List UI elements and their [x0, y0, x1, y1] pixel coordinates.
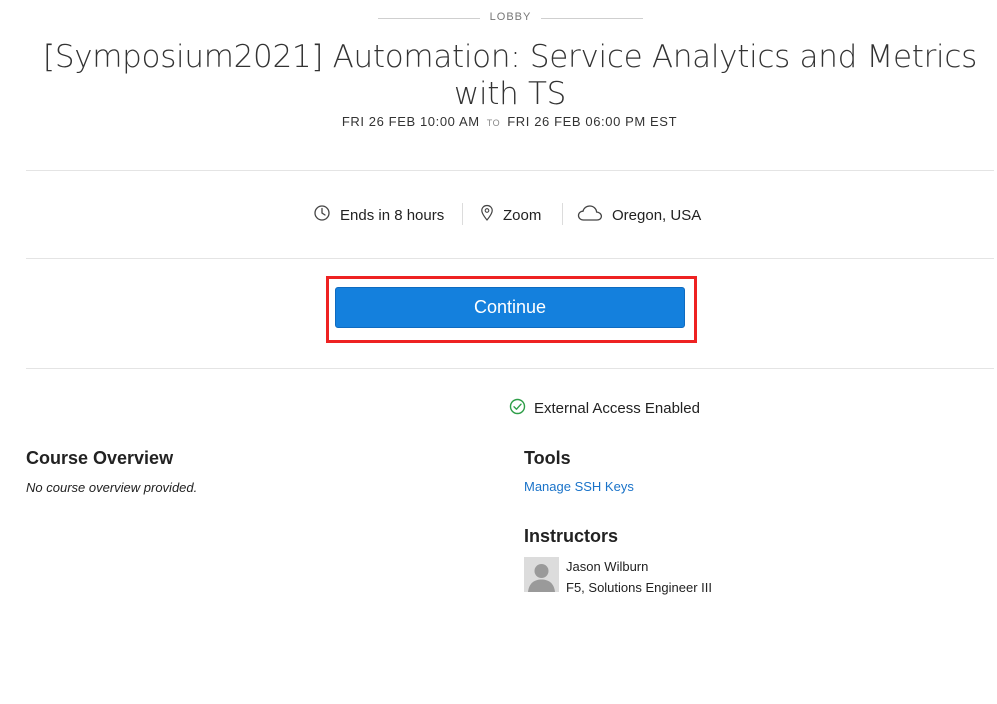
- avatar: [524, 557, 559, 592]
- course-overview-heading: Course Overview: [26, 448, 174, 468]
- end-date: FRI 26 FEB 06:00 PM EST: [507, 114, 678, 129]
- cloud-icon: [577, 204, 612, 226]
- avatar-placeholder-icon: [524, 557, 559, 592]
- ends-info: Ends in 8 hours: [313, 200, 444, 230]
- course-overview-text: No course overview provided.: [26, 480, 198, 495]
- clock-icon: [313, 204, 340, 226]
- start-date: FRI 26 FEB 10:00 AM: [341, 114, 480, 129]
- separator: [462, 203, 463, 225]
- info-row: Ends in 8 hours Zoom Oregon, USA: [0, 200, 997, 230]
- divider: [26, 170, 994, 171]
- lobby-header: LOBBY: [0, 11, 997, 27]
- location-pin-icon: [480, 204, 503, 226]
- location-info: Zoom: [480, 200, 541, 230]
- separator: [562, 203, 563, 225]
- divider: [26, 258, 994, 259]
- check-circle-icon: [509, 398, 534, 419]
- external-access-text: External Access Enabled: [534, 399, 700, 417]
- divider-line: [541, 18, 643, 19]
- divider: [26, 368, 994, 369]
- instructors-heading: Instructors: [524, 526, 619, 546]
- region-info: Oregon, USA: [577, 200, 701, 230]
- external-access-status: External Access Enabled: [509, 397, 700, 419]
- continue-button[interactable]: Continue: [335, 287, 685, 328]
- instructor-name: Jason Wilburn: [566, 559, 649, 574]
- event-dates: FRI 26 FEB 10:00 AM TO FRI 26 FEB 06:00 PM…: [0, 114, 997, 129]
- location-text: Zoom: [503, 206, 542, 224]
- tools-heading: Tools: [524, 448, 571, 468]
- divider-line: [378, 18, 480, 19]
- lobby-label: LOBBY: [489, 11, 532, 23]
- region-text: Oregon, USA: [612, 206, 702, 224]
- page-title: [Symposium2021] Automation: Service Anal…: [43, 39, 977, 112]
- ends-text: Ends in 8 hours: [340, 206, 445, 224]
- to-label: TO: [486, 118, 501, 128]
- manage-ssh-keys-link[interactable]: Manage SSH Keys: [524, 479, 634, 494]
- instructor-role: F5, Solutions Engineer III: [566, 580, 712, 595]
